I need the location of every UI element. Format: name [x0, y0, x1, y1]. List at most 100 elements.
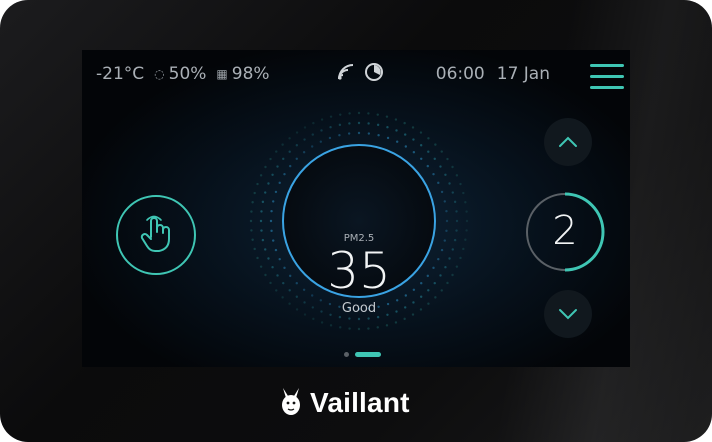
gauge-dot	[412, 150, 416, 154]
gauge-dot	[434, 143, 437, 146]
gauge-dot	[312, 121, 315, 125]
level-down-button[interactable]	[544, 290, 592, 338]
gauge-dot	[264, 165, 267, 169]
mode-icon	[364, 62, 384, 86]
gauge-dot	[445, 219, 449, 223]
gauge-dot	[347, 132, 351, 135]
touch-screen: -21°C ◌ 50% ▦ 98% 06:00 17 Jan PM2.5 35 …	[82, 50, 630, 367]
gauge-dot	[271, 173, 274, 177]
air-quality-status: Good	[341, 301, 377, 316]
humidity-readout: ◌ 50%	[154, 64, 207, 84]
filter-readout: ▦ 98%	[216, 64, 270, 84]
gauge-dot	[338, 315, 342, 319]
gauge-dot	[444, 173, 447, 177]
page-dot-1[interactable]	[344, 352, 349, 357]
gauge-dot	[253, 191, 256, 195]
clock-date: 17 Jan	[496, 64, 550, 84]
gauge-dot	[465, 210, 468, 213]
gauge-dot	[282, 157, 285, 161]
gauge-dot	[455, 229, 458, 232]
gauge-dot	[295, 157, 298, 160]
menu-icon[interactable]	[590, 64, 624, 90]
gauge-dot	[440, 150, 443, 153]
gauge-dot	[395, 140, 399, 143]
gauge-dot	[261, 200, 265, 204]
manual-mode-button[interactable]	[116, 195, 196, 275]
gauge-dot	[427, 137, 430, 140]
hand-pointer-icon	[134, 211, 178, 259]
humidity-drop-icon: ◌	[154, 67, 165, 81]
gauge-dot	[464, 201, 467, 204]
gauge-dot	[395, 129, 398, 132]
air-quality-gauge: PM2.5 35 Good	[244, 106, 474, 336]
brand-name: Vaillant	[310, 387, 410, 418]
gauge-dot	[259, 174, 263, 177]
status-bar-icons	[336, 62, 384, 86]
gauge-dot	[288, 137, 291, 140]
gauge-dot	[412, 138, 415, 141]
gauge-dot	[251, 201, 254, 204]
gauge-dot	[319, 140, 323, 143]
gauge-dot	[348, 112, 351, 115]
status-bar-right: 06:00 17 Jan	[436, 64, 550, 84]
gauge-dot	[440, 190, 444, 194]
gauge-dot	[348, 122, 351, 125]
gauge-dot	[278, 181, 281, 185]
clock-time: 06:00	[435, 64, 485, 84]
gauge-dot	[462, 191, 465, 195]
gauge-dot	[250, 210, 253, 213]
gauge-dot	[367, 327, 370, 330]
fan-level-indicator: 2	[524, 191, 606, 273]
gauge-dot	[455, 219, 459, 223]
gauge-dot	[437, 181, 440, 185]
gauge-dot	[329, 324, 333, 327]
gauge-dot	[275, 150, 278, 153]
gauge-dot	[385, 115, 389, 118]
gauge-dot	[338, 134, 341, 137]
gauge-dot	[419, 131, 423, 134]
level-up-button[interactable]	[544, 118, 592, 166]
gauge-dot	[260, 210, 263, 213]
gauge-dot	[451, 191, 454, 194]
gauge-dot	[451, 165, 454, 169]
gauge-dot	[446, 157, 449, 161]
device-bezel: -21°C ◌ 50% ▦ 98% 06:00 17 Jan PM2.5 35 …	[0, 0, 712, 442]
gauge-dot	[445, 209, 448, 213]
page-dot-2-active[interactable]	[355, 352, 381, 357]
gauge-dot	[269, 157, 272, 161]
gauge-dot	[320, 118, 324, 121]
gauge-dot	[357, 327, 361, 331]
gauge-dot	[249, 219, 253, 223]
gauge-dot	[329, 115, 333, 118]
gauge-dot	[357, 131, 361, 135]
wifi-icon	[336, 62, 356, 86]
gauge-dot	[303, 138, 306, 141]
gauge-dot	[295, 131, 299, 134]
gauge-dot	[329, 126, 332, 129]
gauge-dot	[445, 229, 448, 233]
gauge-dot	[339, 113, 342, 116]
gauge-dot	[404, 145, 408, 148]
gauge-dot	[276, 165, 279, 168]
gauge-dot	[376, 326, 379, 329]
gauge-dot	[376, 123, 380, 127]
gauge-dot	[320, 321, 324, 324]
gauge-dot	[420, 157, 423, 160]
gauge-dot	[427, 150, 430, 153]
gauge-dot	[443, 200, 446, 203]
gauge-dot	[328, 136, 332, 140]
gauge-dot	[465, 219, 469, 223]
gauge-dot	[288, 164, 292, 168]
chevron-up-icon	[558, 133, 578, 152]
gauge-dot	[386, 136, 390, 140]
gauge-dot	[281, 143, 284, 146]
gauge-dot	[448, 182, 451, 185]
gauge-dot	[295, 144, 299, 147]
page-indicator	[344, 352, 381, 357]
gauge-dot	[377, 134, 380, 137]
gauge-dot	[303, 126, 307, 129]
gauge-dot	[465, 229, 468, 232]
gauge-dot	[403, 317, 406, 321]
gauge-dot	[256, 182, 259, 186]
gauge-dot	[288, 150, 291, 153]
